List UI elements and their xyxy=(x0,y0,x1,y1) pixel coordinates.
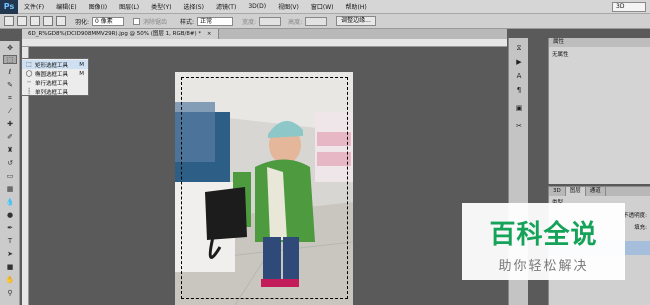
feather-input[interactable]: 0 像素 xyxy=(92,16,125,26)
actions-panel-icon[interactable]: ▶ xyxy=(514,58,524,66)
tools-panel: ✥ ⬚ ℓ ✎ ⌗ ⁄ ✚ ✐ ♜ ↺ ▭ ▦ 💧 ● ✒ T ➤ ■ ✋ ⚲ xyxy=(0,41,20,305)
new-selection-icon[interactable] xyxy=(17,16,27,26)
eyedropper-tool-icon[interactable]: ⁄ xyxy=(3,107,17,116)
flyout-label: 矩形选框工具 xyxy=(35,62,69,69)
tool-presets-icon[interactable]: ✂ xyxy=(514,122,524,130)
info-panel-icon[interactable]: ▣ xyxy=(514,104,524,112)
properties-empty-text: 无属性 xyxy=(552,52,569,58)
layers-tab-bar: 3D 图层 通道 xyxy=(549,187,650,196)
photoshop-logo: Ps xyxy=(0,0,18,14)
menu-window[interactable]: 窗口(W) xyxy=(305,2,340,11)
move-tool-icon[interactable]: ✥ xyxy=(3,44,17,53)
watermark-overlay: 百科全说 助你轻松解决 xyxy=(462,203,625,280)
history-brush-tool-icon[interactable]: ↺ xyxy=(3,159,17,168)
flyout-item-single-column[interactable]: ┆ 单列选框工具 xyxy=(22,87,88,96)
character-panel-icon[interactable]: A xyxy=(514,72,524,80)
history-panel-icon[interactable]: ⧖ xyxy=(514,44,524,52)
workspace-select[interactable]: 3D xyxy=(612,2,646,12)
healing-brush-tool-icon[interactable]: ✚ xyxy=(3,120,17,129)
paragraph-panel-icon[interactable]: ¶ xyxy=(514,86,524,94)
horizontal-ruler xyxy=(22,39,507,47)
flyout-label: 椭圆选框工具 xyxy=(35,71,69,78)
flyout-item-ellipse-marquee[interactable]: ◯ 椭圆选框工具 M xyxy=(22,69,88,78)
subtract-selection-icon[interactable] xyxy=(43,16,53,26)
flyout-label: 单行选框工具 xyxy=(35,80,69,87)
flyout-item-rect-marquee[interactable]: ⬚ 矩形选框工具 M xyxy=(22,60,88,69)
quick-select-tool-icon[interactable]: ✎ xyxy=(3,81,17,90)
close-tab-icon[interactable]: × xyxy=(207,31,212,37)
tab-channels[interactable]: 通道 xyxy=(586,187,606,196)
style-select[interactable]: 正常 xyxy=(197,16,234,26)
height-label: 高度: xyxy=(288,18,303,26)
type-tool-icon[interactable]: T xyxy=(3,237,17,246)
menu-filter[interactable]: 滤镜(T) xyxy=(210,2,242,11)
document-title: 6D_R%GD8%(DCID908MMV29R).jpg @ 50% (图层 1… xyxy=(28,31,202,37)
document-tab-strip: 6D_R%GD8%(DCID908MMV29R).jpg @ 50% (图层 1… xyxy=(22,29,507,39)
path-select-tool-icon[interactable]: ➤ xyxy=(3,250,17,259)
lasso-tool-icon[interactable]: ℓ xyxy=(3,68,17,77)
feather-label: 羽化: xyxy=(75,18,90,26)
tab-layers[interactable]: 图层 xyxy=(565,187,586,196)
menu-edit[interactable]: 编辑(E) xyxy=(50,2,82,11)
marquee-tool-flyout: ⬚ 矩形选框工具 M ◯ 椭圆选框工具 M ┄ 单行选框工具 ┆ 单列选框工具 xyxy=(21,58,89,96)
blur-tool-icon[interactable]: 💧 xyxy=(3,198,17,207)
document-tab[interactable]: 6D_R%GD8%(DCID908MMV29R).jpg @ 50% (图层 1… xyxy=(22,29,219,39)
single-column-icon: ┆ xyxy=(27,88,31,95)
tool-preset-icon[interactable] xyxy=(4,16,14,26)
properties-title: 属性 xyxy=(549,38,650,47)
properties-panel: 属性 无属性 xyxy=(548,38,650,184)
menu-select[interactable]: 选择(S) xyxy=(177,2,210,11)
gradient-tool-icon[interactable]: ▦ xyxy=(3,185,17,194)
shape-tool-icon[interactable]: ■ xyxy=(3,263,17,272)
watermark-title: 百科全说 xyxy=(489,220,598,250)
width-input[interactable] xyxy=(259,16,282,26)
flyout-label: 单列选框工具 xyxy=(35,89,69,96)
selection-marquee xyxy=(181,77,348,299)
brush-tool-icon[interactable]: ✐ xyxy=(3,133,17,142)
zoom-tool-icon[interactable]: ⚲ xyxy=(3,289,17,298)
rect-marquee-icon: ⬚ xyxy=(26,61,32,68)
single-row-icon: ┄ xyxy=(27,79,31,86)
width-label: 宽度: xyxy=(242,18,257,26)
menu-bar: Ps 文件(F) 编辑(E) 图像(I) 图层(L) 类型(Y) 选择(S) 滤… xyxy=(0,0,650,14)
intersect-selection-icon[interactable] xyxy=(56,16,66,26)
ellipse-marquee-icon: ◯ xyxy=(25,70,33,77)
options-bar: 羽化: 0 像素 消除锯齿 样式: 正常 宽度: 高度: 调整边缘... xyxy=(0,14,650,29)
add-selection-icon[interactable] xyxy=(30,16,40,26)
crop-tool-icon[interactable]: ⌗ xyxy=(3,94,17,103)
menu-3d[interactable]: 3D(D) xyxy=(242,3,272,10)
antialias-checkbox[interactable] xyxy=(133,17,141,25)
flyout-shortcut: M xyxy=(79,61,84,68)
flyout-shortcut: M xyxy=(79,70,84,77)
menu-type[interactable]: 类型(Y) xyxy=(145,2,177,11)
eraser-tool-icon[interactable]: ▭ xyxy=(3,172,17,181)
marquee-tool-icon[interactable]: ⬚ xyxy=(3,55,17,64)
menu-file[interactable]: 文件(F) xyxy=(18,2,50,11)
watermark-subtitle: 助你轻松解决 xyxy=(498,259,589,274)
menu-layer[interactable]: 图层(L) xyxy=(113,2,145,11)
menu-help[interactable]: 帮助(H) xyxy=(340,2,373,11)
tab-3d[interactable]: 3D xyxy=(549,187,566,196)
style-label: 样式: xyxy=(180,18,195,26)
refine-edge-button[interactable]: 调整边缘... xyxy=(336,16,376,26)
dodge-tool-icon[interactable]: ● xyxy=(3,211,17,220)
pen-tool-icon[interactable]: ✒ xyxy=(3,224,17,233)
menu-view[interactable]: 视图(V) xyxy=(272,2,305,11)
hand-tool-icon[interactable]: ✋ xyxy=(3,276,17,285)
height-input[interactable] xyxy=(305,16,328,26)
antialias-label: 消除锯齿 xyxy=(143,18,168,26)
flyout-item-single-row[interactable]: ┄ 单行选框工具 xyxy=(22,78,88,87)
menu-image[interactable]: 图像(I) xyxy=(83,2,113,11)
clone-stamp-tool-icon[interactable]: ♜ xyxy=(3,146,17,155)
